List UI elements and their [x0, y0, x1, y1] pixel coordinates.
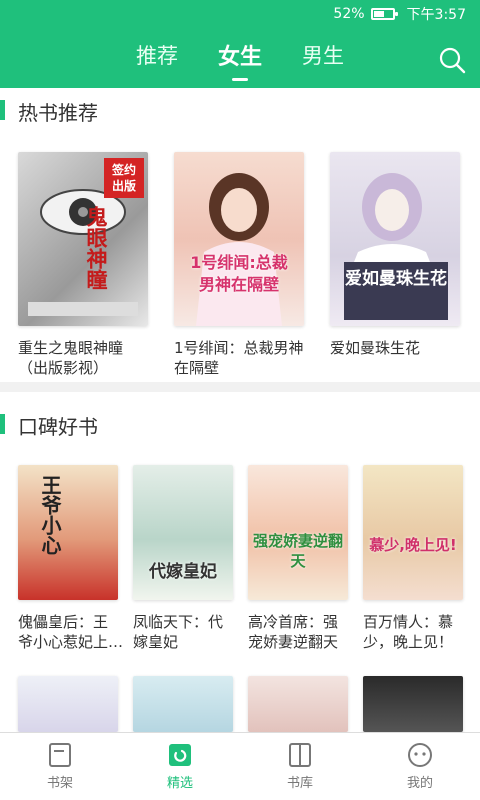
- cover-title: 强宠娇妻逆翻天: [252, 532, 343, 570]
- book-cover[interactable]: [363, 676, 463, 732]
- tab-recommend[interactable]: 推荐: [136, 40, 178, 76]
- book-title[interactable]: 1号绯闻：总裁男神 在隔壁: [174, 338, 314, 378]
- book-cover[interactable]: 慕少,晚上见!: [363, 465, 463, 600]
- book-cover[interactable]: 代嫁皇妃: [133, 465, 233, 600]
- hot-section-title-text: 热书推荐: [18, 101, 98, 125]
- tab-female[interactable]: 女生: [218, 39, 262, 77]
- book-cover[interactable]: [18, 676, 118, 732]
- section-accent-bar: [0, 100, 5, 120]
- book-title[interactable]: 重生之鬼眼神瞳 （出版影视）: [18, 338, 158, 378]
- search-icon[interactable]: [438, 46, 466, 74]
- book-cover[interactable]: 1号绯闻:总裁男神在隔壁: [174, 152, 304, 326]
- bottom-navigation: 书架 精选 书库 我的: [0, 732, 480, 800]
- library-icon: [289, 743, 311, 767]
- praise-section-title: 口碑好书: [0, 411, 98, 440]
- cover-title: 慕少,晚上见!: [369, 536, 457, 554]
- book-title[interactable]: 百万情人：慕 少，晚上见！: [363, 612, 473, 652]
- book-cover[interactable]: 王爷小心: [18, 465, 118, 600]
- cover-title: 代嫁皇妃: [149, 562, 217, 582]
- hot-section-title: 热书推荐: [0, 97, 98, 126]
- book-cover[interactable]: 鬼眼神瞳 签约 出版: [18, 152, 148, 326]
- book-title[interactable]: 爱如曼珠生花: [330, 338, 470, 358]
- book-cover[interactable]: 强宠娇妻逆翻天: [248, 465, 348, 600]
- book-title[interactable]: 傀儡皇后：王 爷小心惹妃上…: [18, 612, 128, 652]
- praise-section-title-text: 口碑好书: [18, 415, 98, 439]
- section-divider: [0, 382, 480, 392]
- book-title[interactable]: 凤临天下：代 嫁皇妃: [133, 612, 243, 652]
- nav-label: 书架: [46, 776, 73, 791]
- signed-badge: 签约 出版: [104, 158, 144, 198]
- nav-profile[interactable]: 我的: [360, 733, 480, 800]
- book-cover[interactable]: 爱如曼珠生花: [330, 152, 460, 326]
- profile-icon: [408, 743, 432, 767]
- featured-icon: [169, 744, 191, 766]
- nav-bookshelf[interactable]: 书架: [0, 733, 120, 800]
- battery-icon: [370, 8, 398, 20]
- nav-label: 精选: [166, 776, 193, 791]
- bookshelf-icon: [49, 743, 71, 767]
- nav-library[interactable]: 书库: [240, 733, 360, 800]
- cover-title: 1号绯闻:总裁男神在隔壁: [190, 253, 288, 294]
- section-accent-bar: [0, 414, 5, 434]
- cover-title: 王爷小心: [38, 475, 62, 555]
- tab-male[interactable]: 男生: [302, 40, 344, 76]
- status-bar: 52% 下午3:57: [0, 0, 480, 28]
- app-header: 52% 下午3:57 推荐 女生 男生: [0, 0, 480, 88]
- clock: 下午3:57: [406, 7, 466, 23]
- book-title[interactable]: 高冷首席：强 宠娇妻逆翻天: [248, 612, 358, 652]
- book-cover[interactable]: [248, 676, 348, 732]
- book-cover[interactable]: [133, 676, 233, 732]
- category-tabs: 推荐 女生 男生: [0, 28, 480, 88]
- cover-title: 爱如曼珠生花: [344, 262, 448, 320]
- cover-title: 鬼眼神瞳: [84, 206, 108, 290]
- nav-label: 书库: [286, 776, 313, 791]
- battery-percent: 52%: [333, 6, 365, 22]
- nav-label: 我的: [406, 776, 433, 791]
- nav-featured[interactable]: 精选: [120, 733, 240, 800]
